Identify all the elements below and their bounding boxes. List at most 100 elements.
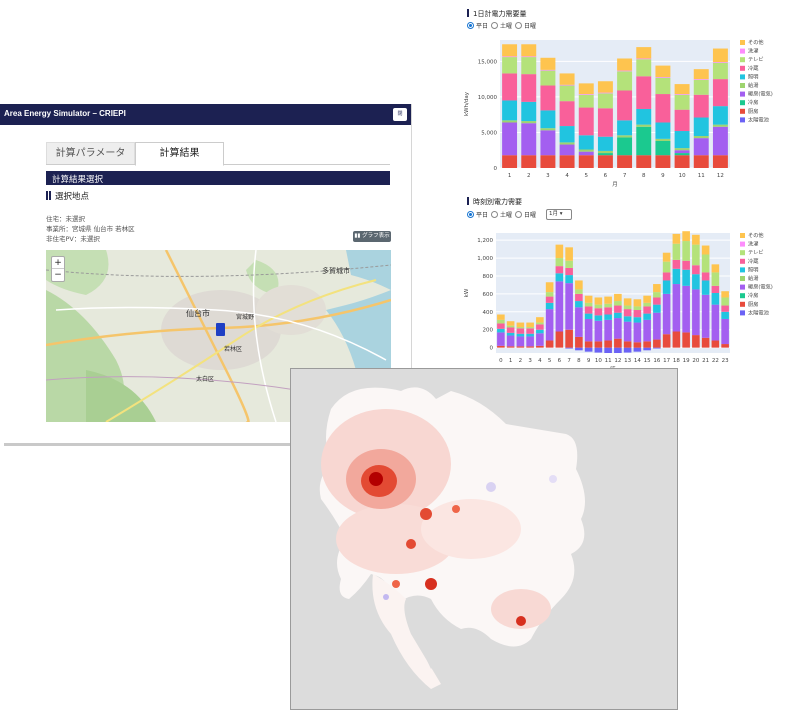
legend-swatch	[740, 91, 745, 97]
month-select[interactable]: 1月 ▾	[546, 209, 572, 220]
bar-segment	[712, 62, 728, 63]
bar-segment	[506, 327, 515, 333]
location-marker-icon[interactable]	[216, 323, 225, 336]
bar-segment	[555, 273, 564, 282]
bar-segment	[575, 289, 583, 294]
bar-segment	[497, 345, 505, 348]
bar-segment	[636, 47, 652, 59]
hourly-radio-sunday[interactable]: 日曜	[515, 210, 536, 219]
bar-segment	[506, 332, 515, 336]
bar-segment	[578, 83, 594, 95]
hourly-radio-weekday[interactable]: 平日	[467, 210, 488, 219]
legend-label: 照明	[748, 266, 758, 273]
bar-segment	[506, 325, 515, 328]
bar-segment	[662, 272, 671, 281]
bar-segment	[614, 312, 622, 319]
daily-radio-weekday[interactable]: 平日	[467, 21, 488, 30]
bar-segment	[655, 77, 671, 95]
bar-segment	[712, 124, 728, 127]
bar-segment	[604, 307, 612, 315]
bar-segment	[559, 144, 575, 156]
zoom-in-button[interactable]: +	[52, 257, 64, 269]
radio-icon	[491, 22, 498, 29]
legend-label: テレビ	[748, 55, 764, 63]
radio-icon	[515, 22, 522, 29]
bar-segment	[653, 347, 661, 349]
y-tick-label: 600	[483, 292, 494, 298]
x-tick-label: 0	[499, 358, 503, 364]
x-tick-label: 12	[614, 358, 621, 364]
bar-segment	[521, 44, 537, 57]
legend-swatch	[740, 267, 745, 273]
bar-segment	[672, 243, 681, 260]
zoom-out-button[interactable]: −	[52, 269, 64, 281]
bar-segment	[712, 79, 728, 107]
legend-label: 冷房	[748, 291, 758, 299]
bar-segment	[617, 70, 633, 72]
bar-segment	[578, 151, 594, 156]
bar-segment	[712, 62, 728, 80]
bar-segment	[643, 341, 651, 348]
legend-label: 厨房	[748, 107, 758, 115]
bar-segment	[565, 247, 573, 261]
bar-segment	[674, 131, 690, 149]
tab-calc-results[interactable]: 計算結果	[135, 142, 224, 166]
bar-segment	[604, 347, 612, 353]
legend-label: テレビ	[748, 248, 764, 256]
legend-swatch	[740, 100, 745, 106]
x-tick-label: 9	[661, 173, 665, 179]
bar-segment	[575, 301, 583, 308]
bar-segment	[655, 122, 671, 139]
bar-segment	[712, 106, 728, 125]
bar-segment	[614, 347, 622, 353]
x-tick-label: 8	[642, 173, 646, 179]
bar-segment	[623, 298, 632, 306]
bar-segment	[614, 338, 622, 348]
map-label-taihaku: 太白区	[196, 376, 215, 383]
bar-segment	[617, 120, 633, 136]
bar-segment	[502, 44, 518, 57]
bar-segment	[594, 304, 603, 309]
x-tick-label: 22	[712, 358, 719, 364]
bar-segment	[701, 280, 710, 295]
bar-segment	[721, 297, 729, 306]
bar-segment	[540, 110, 556, 129]
daily-radio-saturday[interactable]: 土曜	[491, 21, 512, 30]
bar-segment	[536, 329, 544, 334]
legend-swatch	[740, 83, 745, 88]
bar-segment	[721, 318, 729, 345]
daily-radio-sunday[interactable]: 日曜	[515, 21, 536, 30]
bar-segment	[623, 347, 632, 353]
bar-segment	[693, 69, 709, 80]
bar-segment	[614, 293, 622, 302]
bar-segment	[502, 56, 518, 58]
bar-segment	[672, 233, 681, 244]
bar-segment	[682, 332, 690, 348]
radio-icon	[491, 211, 498, 218]
bar-segment	[604, 296, 612, 304]
bar-segment	[604, 303, 612, 308]
header-menu-button[interactable]: 閉	[393, 108, 407, 121]
bar-segment	[521, 155, 537, 168]
daily-chart-title: 1日計電力需要量	[467, 9, 526, 19]
bar-segment	[597, 93, 613, 109]
x-tick-label: 14	[634, 358, 641, 364]
bar-segment	[614, 301, 622, 306]
hourly-radio-saturday[interactable]: 土曜	[491, 210, 512, 219]
show-graph-button[interactable]: ▮▮ グラフ表示	[353, 231, 391, 242]
bar-segment	[653, 297, 661, 305]
bar-segment	[614, 305, 622, 313]
bar-segment	[674, 150, 690, 154]
tab-calc-parameters[interactable]: 計算パラメータ	[46, 142, 135, 165]
bar-segment	[540, 128, 556, 131]
bar-segment	[682, 285, 690, 333]
y-tick-label: 0	[490, 346, 494, 352]
legend-swatch	[740, 250, 745, 256]
y-tick-label: 15,000	[478, 59, 498, 65]
x-tick-label: 5	[585, 173, 589, 179]
legend-label: 照明	[748, 73, 758, 80]
bar-segment	[536, 333, 544, 346]
bar-segment	[545, 296, 554, 303]
bar-segment	[502, 100, 518, 121]
legend-label: その他	[748, 231, 764, 239]
